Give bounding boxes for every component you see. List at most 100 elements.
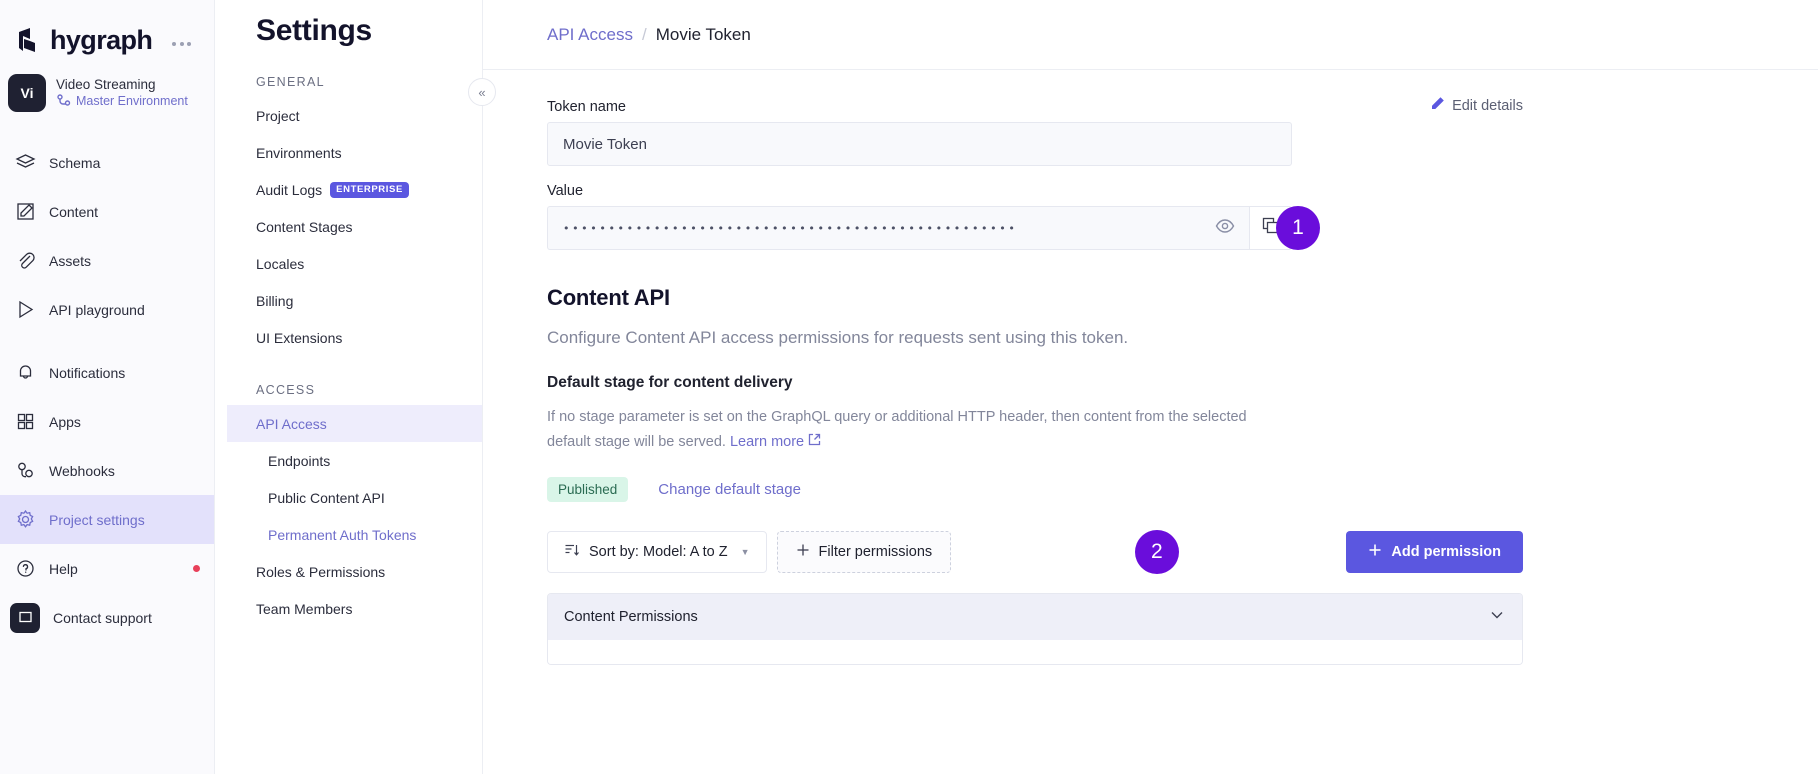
settings-item-label: Project bbox=[256, 107, 300, 124]
settings-item-label: Content Stages bbox=[256, 218, 353, 235]
sidebar-item-assets[interactable]: Assets bbox=[0, 236, 214, 285]
settings-sidebar: Settings GENERAL Project Environments Au… bbox=[215, 0, 496, 774]
chat-icon bbox=[10, 602, 40, 633]
content-api-description: Configure Content API access permissions… bbox=[547, 328, 1129, 347]
default-stage-title: Default stage for content delivery bbox=[547, 374, 793, 391]
sort-icon bbox=[564, 542, 580, 562]
edit-square-icon bbox=[14, 201, 36, 223]
settings-item-label: Audit Logs bbox=[256, 181, 323, 198]
chevron-down-icon[interactable] bbox=[1488, 606, 1506, 628]
sidebar-item-contact-support[interactable]: Contact support bbox=[0, 593, 214, 642]
sort-by-label: Sort by: Model: A to Z bbox=[589, 543, 728, 560]
settings-item-team-members[interactable]: Team Members bbox=[227, 590, 482, 627]
eye-icon[interactable] bbox=[1215, 216, 1235, 241]
sidebar-item-help[interactable]: Help bbox=[0, 544, 214, 593]
sidebar-item-schema[interactable]: Schema bbox=[0, 138, 214, 187]
sidebar-item-label: API playground bbox=[49, 301, 145, 318]
hygraph-logo-icon bbox=[14, 27, 40, 53]
sidebar-item-content[interactable]: Content bbox=[0, 187, 214, 236]
plus-icon bbox=[796, 543, 810, 561]
settings-item-permanent-auth-tokens[interactable]: Permanent Auth Tokens bbox=[227, 516, 482, 553]
add-permission-label: Add permission bbox=[1391, 543, 1501, 560]
token-value-label: Value bbox=[547, 183, 584, 199]
settings-item-roles-permissions[interactable]: Roles & Permissions bbox=[227, 553, 482, 590]
webhook-icon bbox=[14, 460, 36, 482]
filter-permissions-button[interactable]: Filter permissions bbox=[776, 530, 952, 573]
project-switcher[interactable]: Vi Video Streaming Master Environment bbox=[0, 58, 214, 112]
sidebar-item-notifications[interactable]: Notifications bbox=[0, 348, 214, 397]
collapse-sidebar-button[interactable]: « bbox=[468, 78, 496, 106]
settings-item-label: API Access bbox=[256, 415, 327, 432]
token-name-header: Token name Edit details bbox=[547, 96, 1523, 115]
content-permissions-header[interactable]: Content Permissions bbox=[548, 593, 1522, 640]
content-permissions-body bbox=[548, 639, 1522, 664]
change-default-stage-button[interactable]: Change default stage bbox=[658, 481, 801, 498]
settings-item-label: Endpoints bbox=[268, 452, 331, 469]
token-name-input[interactable]: Movie Token bbox=[547, 122, 1292, 166]
settings-item-audit-logs[interactable]: Audit Logs ENTERPRISE bbox=[227, 171, 482, 208]
app-root: hygraph Vi Video Streaming Master Enviro… bbox=[0, 0, 1818, 774]
step-marker-2: 2 bbox=[1134, 529, 1179, 574]
edit-details-button[interactable]: Edit details bbox=[1430, 96, 1523, 115]
brand-logo[interactable]: hygraph bbox=[0, 0, 214, 58]
breadcrumb: API Access / Movie Token bbox=[483, 0, 1818, 70]
settings-item-label: Permanent Auth Tokens bbox=[268, 526, 417, 543]
settings-group-label-access: ACCESS bbox=[256, 383, 316, 397]
token-detail-body: Token name Edit details Movie Token Valu… bbox=[483, 70, 1818, 774]
sidebar-item-api-playground[interactable]: API playground bbox=[0, 285, 214, 334]
step-marker-1: 1 bbox=[1276, 206, 1320, 250]
brand-name: hygraph bbox=[50, 24, 153, 55]
primary-sidebar: hygraph Vi Video Streaming Master Enviro… bbox=[0, 0, 215, 774]
more-options-icon[interactable] bbox=[172, 42, 192, 46]
sort-by-dropdown[interactable]: Sort by: Model: A to Z ▼ bbox=[547, 530, 767, 573]
question-circle-icon bbox=[14, 558, 36, 580]
settings-title: Settings bbox=[256, 14, 372, 47]
settings-item-endpoints[interactable]: Endpoints bbox=[227, 442, 482, 479]
pencil-icon bbox=[1430, 96, 1445, 115]
settings-item-label: Roles & Permissions bbox=[256, 563, 386, 580]
paperclip-icon bbox=[14, 250, 36, 272]
token-name-label: Token name bbox=[547, 99, 626, 115]
settings-group-label-general: GENERAL bbox=[256, 75, 325, 89]
token-name-value: Movie Token bbox=[563, 135, 647, 153]
settings-item-locales[interactable]: Locales bbox=[227, 245, 482, 282]
environment-name: Master Environment bbox=[76, 94, 188, 108]
gear-icon bbox=[14, 509, 36, 531]
settings-item-label: Team Members bbox=[256, 600, 353, 617]
settings-item-label: Billing bbox=[256, 292, 294, 309]
sidebar-item-label: Help bbox=[49, 560, 78, 577]
chevron-double-left-icon: « bbox=[478, 84, 486, 100]
content-api-title: Content API bbox=[547, 285, 670, 310]
settings-item-billing[interactable]: Billing bbox=[227, 282, 482, 319]
environment-selector[interactable]: Master Environment bbox=[56, 93, 188, 110]
add-permission-button[interactable]: Add permission bbox=[1346, 530, 1523, 573]
sidebar-item-label: Notifications bbox=[49, 364, 126, 381]
layers-icon bbox=[14, 152, 36, 174]
status-badge: Published bbox=[547, 476, 629, 502]
branch-icon bbox=[56, 93, 71, 110]
sidebar-item-label: Content bbox=[49, 203, 99, 220]
settings-item-environments[interactable]: Environments bbox=[227, 134, 482, 171]
sidebar-item-apps[interactable]: Apps bbox=[0, 397, 214, 446]
settings-item-public-content-api[interactable]: Public Content API bbox=[227, 479, 482, 516]
settings-item-ui-extensions[interactable]: UI Extensions bbox=[227, 319, 482, 356]
content-permissions-panel: Content Permissions bbox=[547, 592, 1523, 665]
sidebar-item-webhooks[interactable]: Webhooks bbox=[0, 446, 214, 495]
settings-item-project[interactable]: Project bbox=[227, 97, 482, 134]
settings-item-api-access[interactable]: API Access bbox=[227, 405, 482, 442]
external-link-icon bbox=[808, 433, 821, 450]
sidebar-item-project-settings[interactable]: Project settings bbox=[0, 495, 214, 544]
breadcrumb-parent[interactable]: API Access bbox=[547, 25, 633, 45]
filter-permissions-label: Filter permissions bbox=[818, 543, 933, 560]
settings-item-label: Public Content API bbox=[268, 489, 385, 506]
settings-item-content-stages[interactable]: Content Stages bbox=[227, 208, 482, 245]
learn-more-link[interactable]: Learn more bbox=[730, 434, 804, 450]
breadcrumb-current: Movie Token bbox=[655, 24, 751, 44]
token-value-masked: ••••••••••••••••••••••••••••••••••••••••… bbox=[563, 221, 1018, 235]
main-content: API Access / Movie Token Token name Edit… bbox=[483, 0, 1818, 774]
token-value-input[interactable]: ••••••••••••••••••••••••••••••••••••••••… bbox=[547, 206, 1249, 250]
sidebar-item-label: Webhooks bbox=[49, 462, 115, 479]
settings-item-label: UI Extensions bbox=[256, 329, 343, 346]
nav-divider-space bbox=[0, 334, 214, 348]
bell-icon bbox=[14, 362, 36, 384]
